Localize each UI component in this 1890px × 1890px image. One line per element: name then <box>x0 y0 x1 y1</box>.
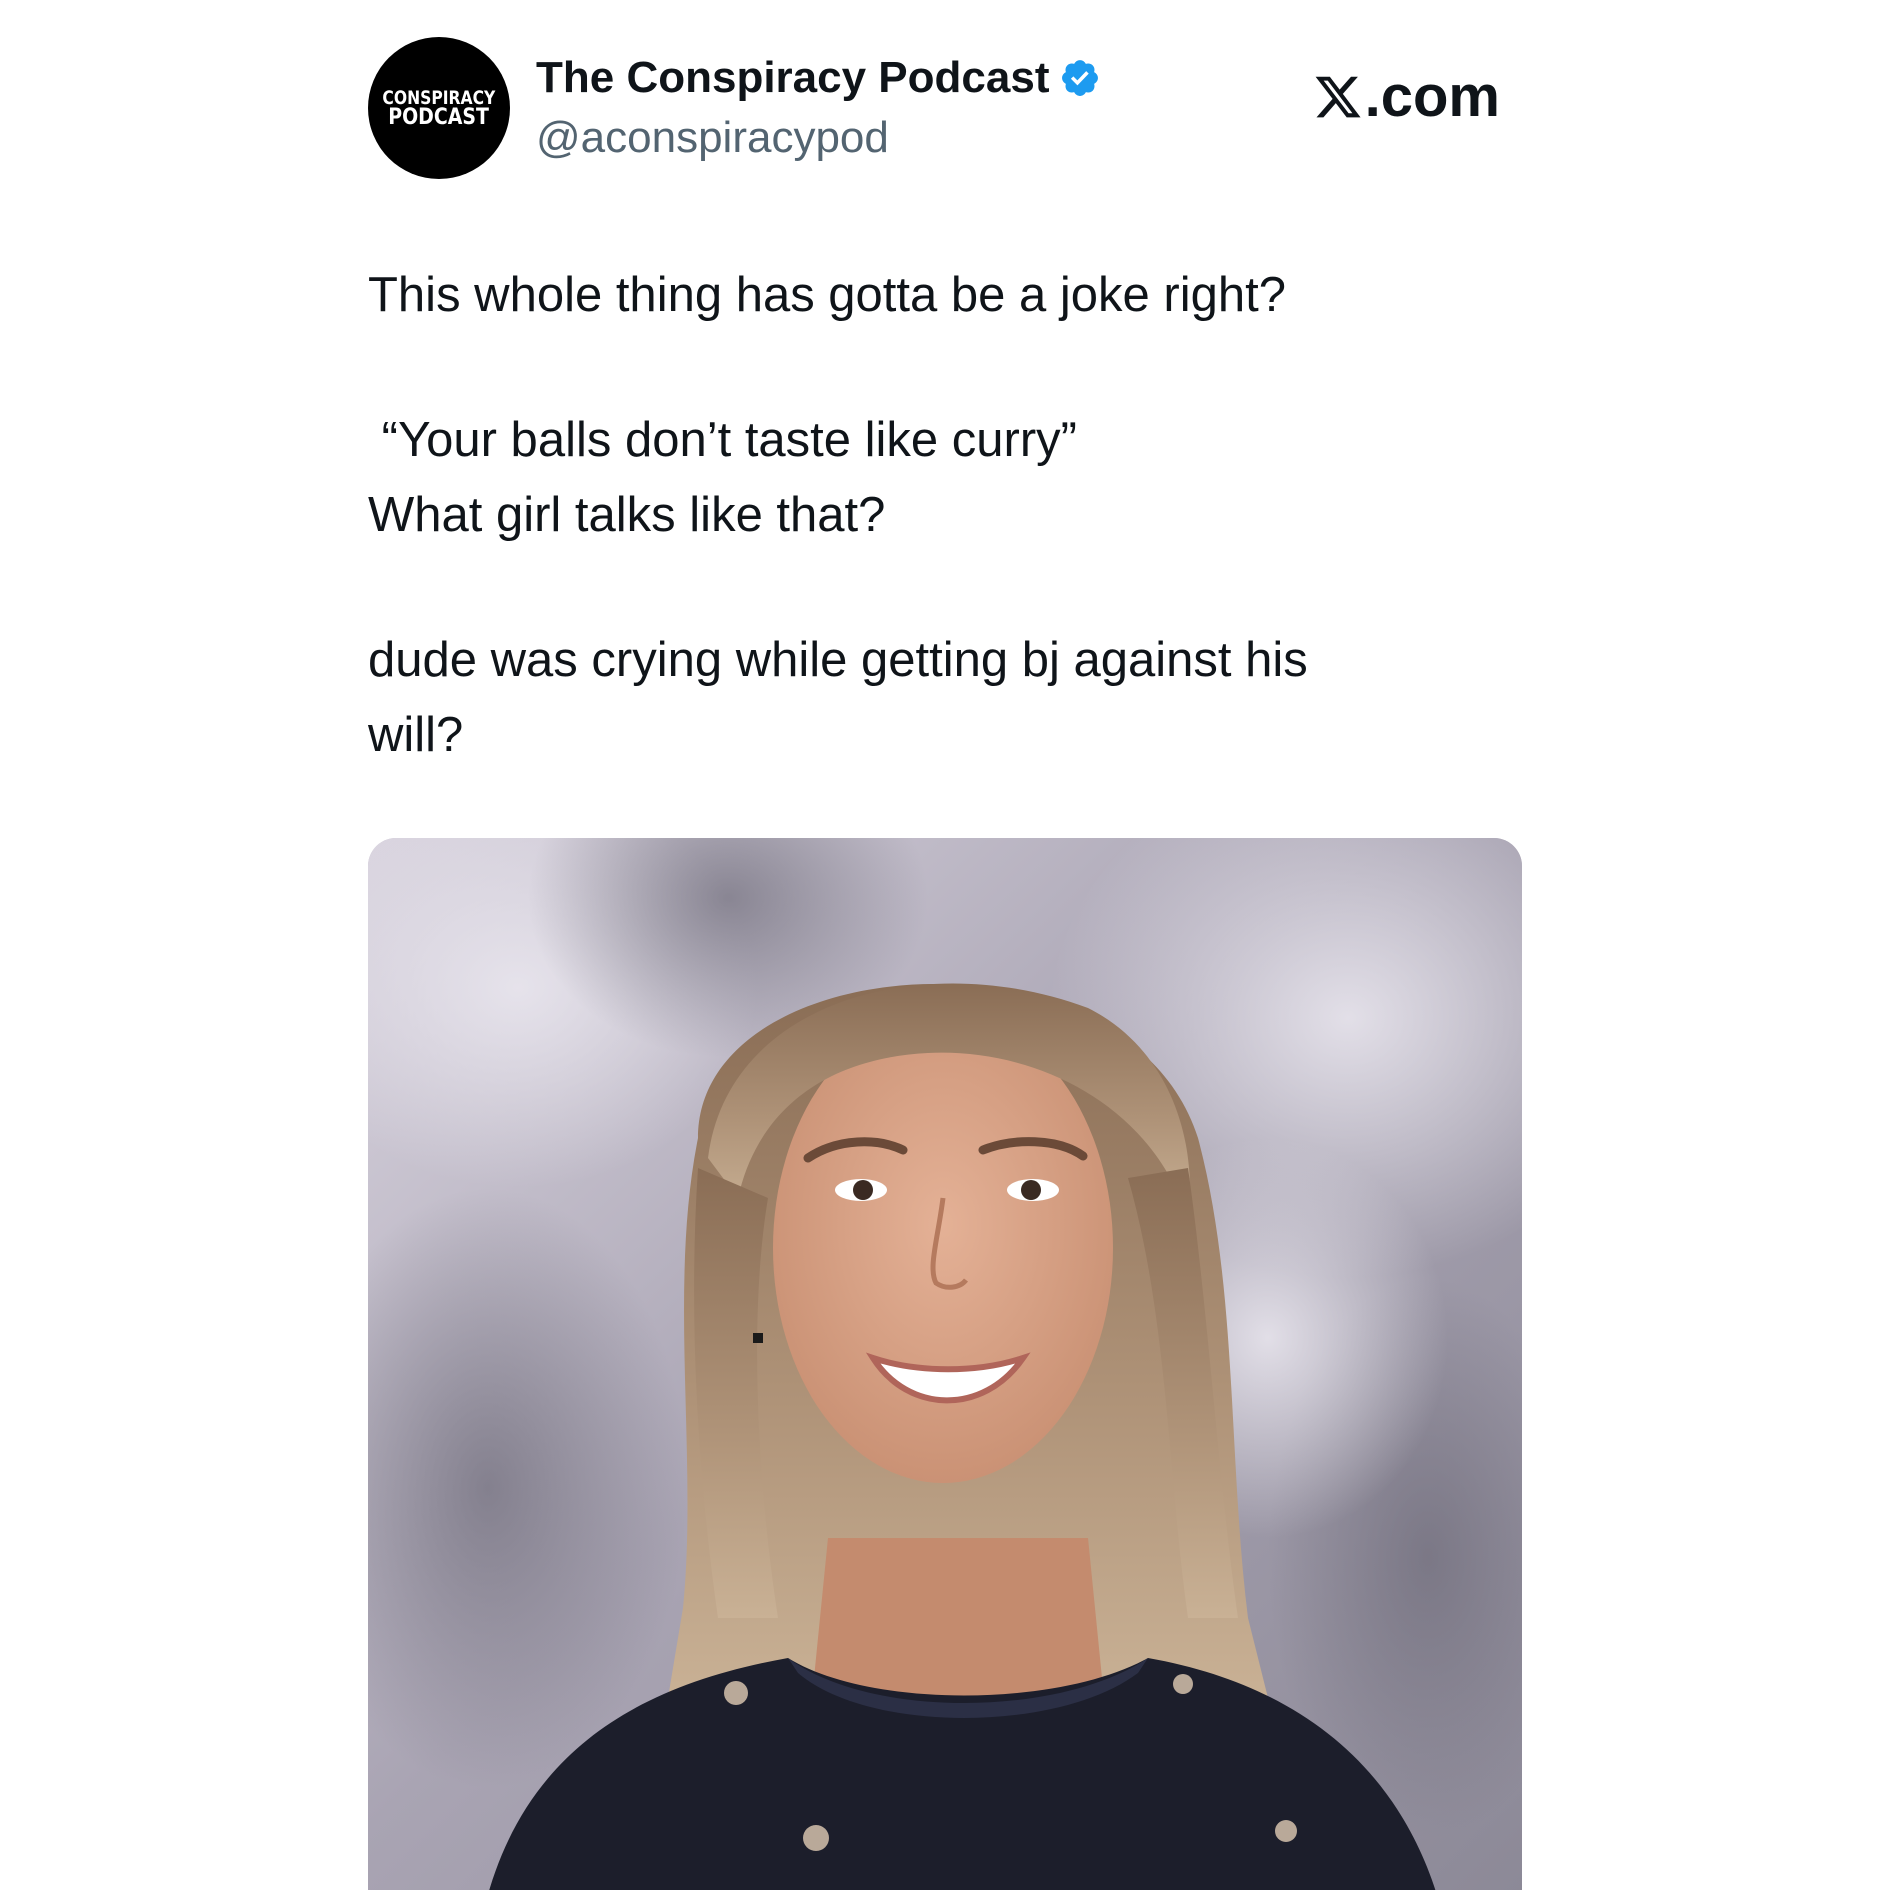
tweet-text: This whole thing has gotta be a joke rig… <box>368 258 1528 773</box>
author-display-name[interactable]: The Conspiracy Podcast <box>536 48 1049 108</box>
tweet-line: dude was crying while getting bj against… <box>368 633 1308 687</box>
tweet-line: This whole thing has gotta be a joke rig… <box>368 268 1286 322</box>
portrait-photo <box>368 838 1522 1890</box>
site-label: .com <box>1364 64 1500 129</box>
tweet-line: “Your balls don’t taste like curry” <box>368 413 1078 467</box>
tweet-line: What girl talks like that? <box>368 488 886 542</box>
site-watermark: .com <box>1313 62 1500 132</box>
tweet-screenshot: CONSPIRACY PODCAST The Conspiracy Podcas… <box>0 0 1890 1890</box>
tweet-line: will? <box>368 708 464 762</box>
verified-badge-icon <box>1062 60 1099 96</box>
author-avatar[interactable]: CONSPIRACY PODCAST <box>368 37 510 179</box>
x-logo-icon <box>1315 76 1361 118</box>
author-name-row: The Conspiracy Podcast <box>536 48 1101 108</box>
author-handle[interactable]: @aconspiracypod <box>536 108 889 168</box>
avatar-logo-bottom: PODCAST <box>388 104 490 130</box>
tweet-photo[interactable] <box>368 838 1522 1890</box>
